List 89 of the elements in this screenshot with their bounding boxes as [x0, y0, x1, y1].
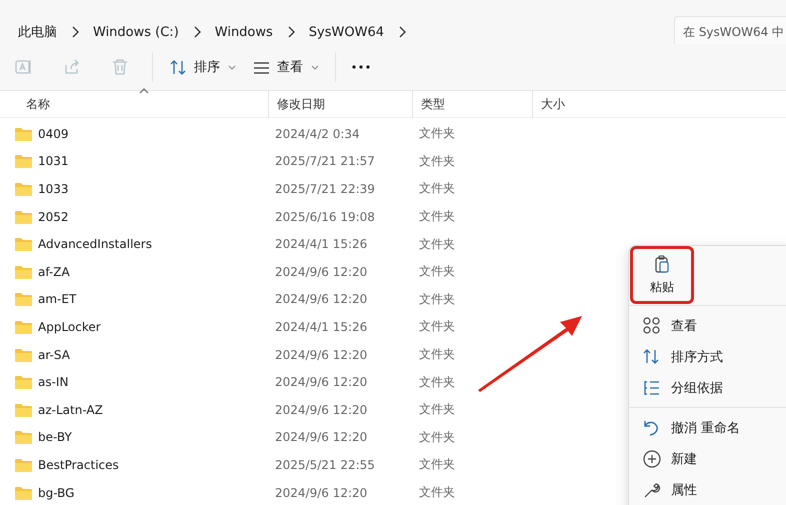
sort-menu-button[interactable]: 排序	[161, 51, 244, 83]
folder-icon	[15, 402, 32, 417]
plus-circle-icon	[642, 449, 661, 468]
type-cell-text: 文件夹	[418, 374, 456, 391]
file-name[interactable]: 0409	[38, 126, 69, 141]
chevron-right-icon	[71, 26, 79, 38]
column-header[interactable]: 修改日期	[268, 91, 412, 117]
date-cell-text: 2024/4/2 0:34	[274, 126, 361, 141]
folder-icon	[15, 458, 32, 472]
file-name[interactable]: BestPractices	[38, 458, 119, 472]
date-cell-text: 2024/4/1 15:26	[274, 237, 368, 252]
type-cell-text: 文件夹	[418, 208, 456, 226]
file-name[interactable]: 2052	[38, 210, 69, 224]
more-icon	[352, 65, 370, 69]
sort-icon	[642, 347, 661, 366]
type-cell-text: 文件夹	[418, 290, 456, 308]
file-name[interactable]: af-ZA	[38, 264, 70, 279]
file-name[interactable]: ar-SA	[38, 348, 70, 362]
menu-item[interactable]: 撤消 重命名	[629, 412, 786, 443]
sort-icon	[169, 58, 188, 76]
folder-icon	[15, 126, 32, 141]
type-cell-text: 文件夹	[418, 236, 456, 253]
folder-icon	[15, 348, 32, 362]
breadcrumb-item[interactable]: Windows (C:)	[93, 24, 179, 40]
chevron-right-icon	[286, 26, 295, 38]
type-cell-text: 文件夹	[418, 152, 456, 170]
type-cell-text: 文件夹	[418, 456, 456, 474]
column-header[interactable]: 类型	[412, 91, 532, 117]
file-name[interactable]: bg-BG	[38, 486, 74, 500]
date-cell-text: 2024/9/6 12:20	[274, 264, 368, 279]
menu-item[interactable]: 新建	[629, 443, 786, 474]
file-name[interactable]: am-ET	[38, 292, 76, 306]
date-cell-text: 2024/9/6 12:20	[274, 430, 368, 444]
view-menu-button[interactable]: 查看	[244, 51, 327, 83]
type-cell-text: 文件夹	[418, 318, 456, 336]
sort-ascending-icon	[139, 88, 149, 94]
chevron-right-icon	[192, 26, 201, 38]
caret-icon	[228, 64, 236, 70]
menu-item[interactable]: 分组依据	[629, 372, 786, 403]
date-cell-text: 2024/9/6 12:20	[274, 486, 368, 500]
undo-icon	[642, 418, 661, 437]
folder-icon	[15, 237, 32, 252]
type-cell-text: 文件夹	[418, 428, 456, 446]
file-name[interactable]: AdvancedInstallers	[38, 237, 152, 252]
folder-icon	[15, 375, 32, 390]
date-cell-text: 2025/5/21 22:55	[274, 458, 376, 472]
file-name[interactable]: 1031	[38, 154, 69, 168]
type-cell-text: 文件夹	[418, 346, 456, 364]
type-cell-text: 文件夹	[418, 263, 456, 280]
column-header[interactable]: 名称	[0, 91, 268, 117]
menu-item[interactable]: 属性	[629, 474, 786, 505]
type-cell-text: 文件夹	[418, 401, 456, 418]
date-cell-text: 2025/7/21 22:39	[274, 182, 376, 196]
column-header[interactable]: 大小	[532, 91, 786, 117]
date-cell-text: 2025/6/16 19:08	[274, 210, 376, 224]
date-cell-text: 2024/4/1 15:26	[274, 320, 368, 334]
type-cell-text: 文件夹	[418, 125, 456, 142]
paste-button[interactable]: 粘贴	[633, 249, 691, 301]
caret-icon	[311, 64, 319, 70]
folder-icon	[15, 154, 32, 168]
chevron-right-icon	[398, 26, 406, 38]
folder-icon	[15, 264, 32, 279]
date-cell-text: 2025/7/21 21:57	[274, 154, 376, 168]
file-name[interactable]: as-IN	[38, 375, 68, 390]
trash-icon	[110, 57, 130, 77]
folder-icon	[15, 182, 32, 196]
folder-icon	[15, 292, 32, 306]
date-cell-text: 2024/9/6 12:20	[274, 348, 368, 362]
folder-icon	[15, 486, 32, 500]
date-cell-text: 2024/9/6 12:20	[274, 402, 368, 417]
breadcrumb-item[interactable]: 此电脑	[18, 23, 57, 41]
date-cell-text: 2024/9/6 12:20	[274, 375, 368, 390]
date-cell-text: 2024/9/6 12:20	[274, 292, 368, 306]
folder-icon	[15, 210, 32, 224]
folder-icon	[15, 320, 32, 334]
grid-icon	[642, 316, 661, 335]
menu-item[interactable]: 查看	[629, 310, 786, 341]
type-cell-text: 文件夹	[418, 180, 456, 198]
clipboard-icon	[654, 254, 670, 272]
file-name[interactable]: be-BY	[38, 430, 72, 444]
file-name[interactable]: 1033	[38, 182, 69, 196]
menu-item[interactable]: 排序方式	[629, 341, 786, 372]
breadcrumb-item[interactable]: Windows	[214, 24, 273, 40]
breadcrumb-item[interactable]: SysWOW64	[308, 24, 384, 40]
file-name[interactable]: AppLocker	[38, 320, 101, 334]
list-icon	[642, 378, 661, 397]
file-name[interactable]: az-Latn-AZ	[38, 402, 103, 417]
type-cell-text: 文件夹	[418, 484, 456, 502]
folder-icon	[15, 430, 32, 444]
